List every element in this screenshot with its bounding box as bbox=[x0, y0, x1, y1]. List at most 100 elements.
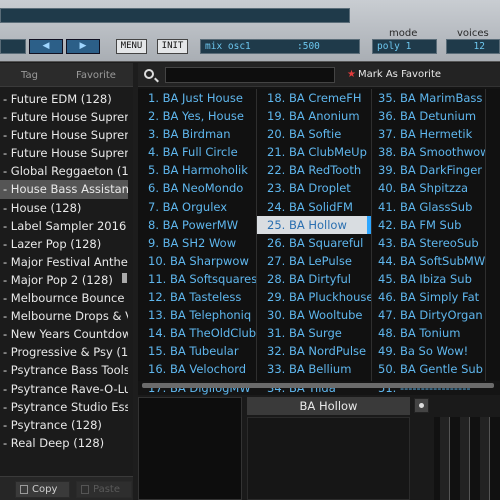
preset-item[interactable]: 22. BA RedTooth bbox=[257, 161, 371, 179]
paste-button[interactable]: Paste bbox=[76, 481, 132, 498]
preset-item[interactable]: 19. BA Anonium bbox=[257, 107, 371, 125]
search-icon[interactable] bbox=[144, 69, 154, 79]
preset-item[interactable]: 42. BA FM Sub bbox=[372, 216, 485, 234]
preset-item[interactable]: 4. BA Full Circle bbox=[138, 143, 256, 161]
bank-list-item[interactable]: - New Years Countdown bbox=[0, 325, 128, 343]
init-button[interactable]: INIT bbox=[157, 39, 188, 54]
bank-list-item[interactable]: - Global Reggaeton (128) bbox=[0, 162, 128, 180]
bank-list-item[interactable]: - Melbourne Drops & V bbox=[0, 307, 128, 325]
grid-scrollbar[interactable] bbox=[142, 383, 494, 388]
preset-item[interactable]: 35. BA MarimBass bbox=[372, 89, 485, 107]
menu-button[interactable]: MENU bbox=[116, 39, 147, 54]
preset-item[interactable]: 38. BA Smoothwow bbox=[372, 143, 485, 161]
search-input[interactable] bbox=[165, 67, 335, 83]
preset-item[interactable]: 47. BA DirtyOrgan bbox=[372, 306, 485, 324]
preset-item[interactable]: 1. BA Just House bbox=[138, 89, 256, 107]
top-display-strip bbox=[0, 8, 350, 23]
preset-item[interactable]: 16. BA Velochord bbox=[138, 360, 256, 378]
synth-header: mode voices ◀ ▶ MENU INIT mix osc1 :500 … bbox=[0, 0, 500, 62]
preset-item[interactable]: 28. BA Dirtyful bbox=[257, 270, 371, 288]
copy-label: Copy bbox=[32, 484, 58, 495]
bank-list-item[interactable]: - Psytrance Rave-O-Lu bbox=[0, 380, 128, 398]
preset-item[interactable]: 26. BA Squareful bbox=[257, 234, 371, 252]
sidebar-scrollbar[interactable] bbox=[122, 273, 127, 283]
preset-item[interactable]: 2. BA Yes, House bbox=[138, 107, 256, 125]
preset-item[interactable]: 37. BA Hermetik bbox=[372, 125, 485, 143]
preset-item[interactable]: 15. BA Tubeular bbox=[138, 342, 256, 360]
favorite-toggle-button[interactable] bbox=[414, 398, 429, 413]
preset-item[interactable]: 7. BA Orgulex bbox=[138, 198, 256, 216]
preset-item[interactable]: 43. BA StereoSub bbox=[372, 234, 485, 252]
preset-item[interactable]: 21. BA ClubMeUp bbox=[257, 143, 371, 161]
preset-item[interactable]: 44. BA SoftSubMW bbox=[372, 252, 485, 270]
parameter-name: mix osc1 bbox=[205, 41, 251, 52]
next-preset-button[interactable]: ▶ bbox=[66, 39, 100, 54]
bank-list-item[interactable]: - House Bass Assistant bbox=[0, 180, 128, 199]
piano-key[interactable] bbox=[440, 417, 450, 500]
preset-info-area: BA Hollow bbox=[138, 395, 500, 500]
voices-value[interactable]: 12 bbox=[446, 39, 500, 54]
preset-item[interactable]: 10. BA Sharpwow bbox=[138, 252, 256, 270]
bank-list-item[interactable]: - Progressive & Psy (128) bbox=[0, 343, 128, 361]
preset-item[interactable]: 49. Ba So Wow! bbox=[372, 342, 485, 360]
preset-item[interactable]: 45. BA Ibiza Sub bbox=[372, 270, 485, 288]
copy-button[interactable]: Copy bbox=[15, 481, 70, 498]
piano-key[interactable] bbox=[480, 417, 490, 500]
bank-list-item[interactable]: - Future EDM (128) bbox=[0, 90, 128, 108]
preset-item[interactable]: 24. BA SolidFM bbox=[257, 198, 371, 216]
preset-item[interactable]: 30. BA Wooltube bbox=[257, 306, 371, 324]
prev-preset-button[interactable]: ◀ bbox=[29, 39, 63, 54]
preset-description bbox=[247, 417, 410, 500]
selection-indicator bbox=[367, 215, 371, 234]
preset-item[interactable]: 9. BA SH2 Wow bbox=[138, 234, 256, 252]
bank-list-item[interactable]: - Label Sampler 2016 2 bbox=[0, 217, 128, 235]
preset-item[interactable]: 8. BA PowerMW bbox=[138, 216, 256, 234]
preset-grid: 1. BA Just House 2. BA Yes, House 3. BA Bi… bbox=[138, 89, 500, 395]
preset-item[interactable]: 29. BA Pluckhouse bbox=[257, 288, 371, 306]
preset-item[interactable]: 23. BA Droplet bbox=[257, 179, 371, 197]
preset-item[interactable]: 13. BA Telephoniq bbox=[138, 306, 256, 324]
preset-item[interactable]: 5. BA Harmoholik bbox=[138, 161, 256, 179]
preset-item[interactable]: 3. BA Birdman bbox=[138, 125, 256, 143]
bank-list-item[interactable]: - Future House Supreme bbox=[0, 108, 128, 126]
preset-item[interactable]: 11. BA Softsquares bbox=[138, 270, 256, 288]
bank-list-item[interactable]: - Major Pop 2 (128) bbox=[0, 271, 128, 289]
voices-label: voices bbox=[457, 28, 489, 39]
sidebar-tabs: Tag Favorite bbox=[0, 63, 133, 87]
preset-item[interactable]: 40. BA Shpitzza bbox=[372, 179, 485, 197]
preset-browser: ★ Mark As Favorite 1. BA Just House 2. BA… bbox=[138, 63, 500, 500]
preset-item[interactable]: 50. BA Gentle Sub bbox=[372, 360, 485, 378]
preset-item[interactable]: 48. BA Tonium bbox=[372, 324, 485, 342]
preset-item[interactable]: 41. BA GlassSub bbox=[372, 198, 485, 216]
bank-list-item[interactable]: - Real Deep (128) bbox=[0, 434, 128, 452]
bank-list-item[interactable]: - Psytrance (128) bbox=[0, 416, 128, 434]
tab-favorite[interactable]: Favorite bbox=[76, 70, 116, 81]
preset-item[interactable]: 14. BA TheOldClub bbox=[138, 324, 256, 342]
bank-list-item[interactable]: - Major Festival Anthem bbox=[0, 253, 128, 271]
preset-item[interactable]: 20. BA Softie bbox=[257, 125, 371, 143]
piano-key[interactable] bbox=[460, 417, 470, 500]
bank-list-item[interactable]: - Psytrance Studio Esse bbox=[0, 398, 128, 416]
preset-item[interactable]: 27. BA LePulse bbox=[257, 252, 371, 270]
preset-item[interactable]: 46. BA Simply Fat bbox=[372, 288, 485, 306]
favorite-star-icon: ★ bbox=[347, 69, 356, 80]
preset-item[interactable]: 6. BA NeoMondo bbox=[138, 179, 256, 197]
preset-item[interactable]: 12. BA Tasteless bbox=[138, 288, 256, 306]
bank-list-item[interactable]: - House (128) bbox=[0, 199, 128, 217]
parameter-display: mix osc1 :500 bbox=[200, 39, 360, 54]
bank-list-item[interactable]: - Lazer Pop (128) bbox=[0, 235, 128, 253]
preset-item[interactable]: 39. BA DarkFinger bbox=[372, 161, 485, 179]
preset-item[interactable]: 33. BA Bellium bbox=[257, 360, 371, 378]
preset-item[interactable]: 36. BA Detunium bbox=[372, 107, 485, 125]
bank-list-item[interactable]: - Future House Supreme bbox=[0, 126, 128, 144]
keyboard-preview[interactable] bbox=[434, 417, 500, 500]
preset-item[interactable]: 31. BA Surge bbox=[257, 324, 371, 342]
mode-select[interactable]: poly 1 bbox=[372, 39, 437, 54]
tab-tag[interactable]: Tag bbox=[21, 70, 38, 81]
preset-item[interactable]: 32. BA NordPulse bbox=[257, 342, 371, 360]
preset-item[interactable]: 25. BA Hollow bbox=[257, 215, 371, 234]
bank-list-item[interactable]: - Future House Supreme bbox=[0, 144, 128, 162]
bank-list-item[interactable]: - Melbournce Bounce II bbox=[0, 289, 128, 307]
preset-item[interactable]: 18. BA CremeFH bbox=[257, 89, 371, 107]
bank-list-item[interactable]: - Psytrance Bass Tools bbox=[0, 361, 128, 379]
